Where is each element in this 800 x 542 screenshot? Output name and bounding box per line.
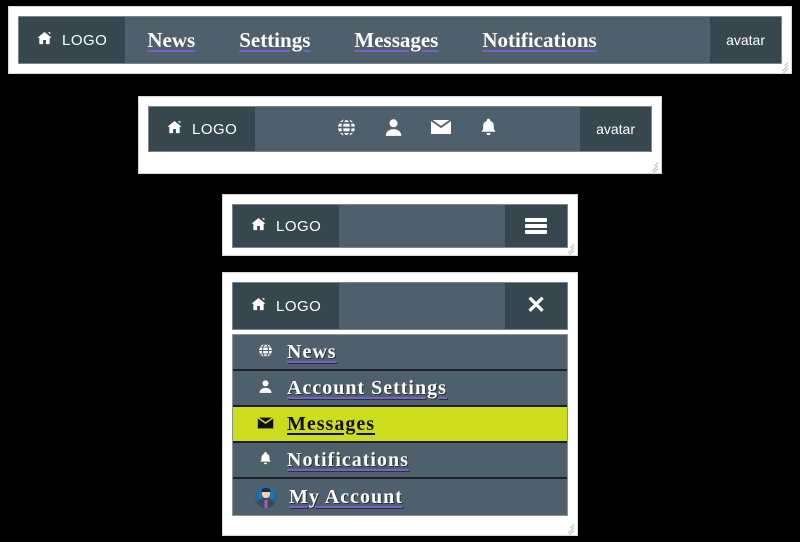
menu-item-messages[interactable]: Messages <box>233 407 567 443</box>
home-icon <box>167 120 182 138</box>
navbar-filler <box>339 205 505 247</box>
brand-label: LOGO <box>276 297 322 315</box>
brand-label: LOGO <box>192 120 238 138</box>
globe-icon[interactable] <box>336 117 357 142</box>
resize-handle[interactable] <box>646 158 659 173</box>
nav-link-notifications[interactable]: Notifications <box>460 28 618 53</box>
menu-item-news[interactable]: News <box>233 335 567 371</box>
hamburger-icon <box>525 216 547 236</box>
envelope-icon <box>255 416 275 433</box>
close-menu-button[interactable]: ✕ <box>505 283 567 329</box>
globe-icon <box>255 343 275 361</box>
hamburger-menu-button[interactable] <box>505 205 567 247</box>
dropdown-menu: News Account Settings Messages Notificat… <box>232 334 568 516</box>
nav-link-list: News Settings Messages Notifications <box>125 17 710 63</box>
brand-logo-collapsed[interactable]: LOGO <box>233 205 340 247</box>
navbar-filler <box>339 283 505 329</box>
menu-item-label: Messages <box>287 412 375 435</box>
brand-label: LOGO <box>276 217 322 235</box>
resize-handle[interactable] <box>776 58 789 73</box>
nav-link-messages[interactable]: Messages <box>332 28 460 53</box>
home-icon <box>251 297 266 315</box>
menu-item-label: News <box>287 340 337 363</box>
bell-icon[interactable] <box>478 117 499 142</box>
menu-item-notifications[interactable]: Notifications <box>233 443 567 479</box>
resize-handle[interactable] <box>562 240 575 255</box>
menu-item-my-account[interactable]: My Account <box>233 479 567 515</box>
user-icon <box>255 379 275 397</box>
bell-icon <box>255 451 275 469</box>
user-icon[interactable] <box>383 117 404 142</box>
brand-label: LOGO <box>62 31 108 49</box>
navbar-window-expanded: LOGO ✕ News Account Settings Messages No… <box>222 272 578 536</box>
home-icon <box>37 31 52 49</box>
avatar-cell-icons[interactable]: avatar <box>580 107 651 151</box>
navbar-icons: LOGO avatar <box>148 106 652 152</box>
nav-link-news[interactable]: News <box>125 28 217 53</box>
avatar-cell-full[interactable]: avatar <box>710 17 781 63</box>
navbar-expanded: LOGO ✕ <box>232 282 568 330</box>
envelope-icon[interactable] <box>430 116 452 142</box>
menu-item-label: Notifications <box>287 448 409 471</box>
navbar-window-full: LOGO News Settings Messages Notification… <box>8 6 792 74</box>
navbar-collapsed: LOGO <box>232 204 568 248</box>
menu-item-account-settings[interactable]: Account Settings <box>233 371 567 407</box>
navbar-window-icons: LOGO avatar <box>138 96 662 174</box>
navbar-full: LOGO News Settings Messages Notification… <box>18 16 782 64</box>
brand-logo-full[interactable]: LOGO <box>19 17 126 63</box>
close-icon: ✕ <box>525 292 547 319</box>
brand-logo-expanded[interactable]: LOGO <box>233 283 340 329</box>
brand-logo-icons[interactable]: LOGO <box>149 107 256 151</box>
menu-item-label: My Account <box>289 485 403 508</box>
home-icon <box>251 217 266 235</box>
navbar-window-collapsed: LOGO <box>222 194 578 256</box>
avatar-icon <box>255 486 277 508</box>
menu-item-label: Account Settings <box>287 376 447 399</box>
nav-link-settings[interactable]: Settings <box>217 28 332 53</box>
nav-icon-list <box>255 107 580 151</box>
resize-handle[interactable] <box>562 520 575 535</box>
page-root: LOGO News Settings Messages Notification… <box>0 0 800 542</box>
